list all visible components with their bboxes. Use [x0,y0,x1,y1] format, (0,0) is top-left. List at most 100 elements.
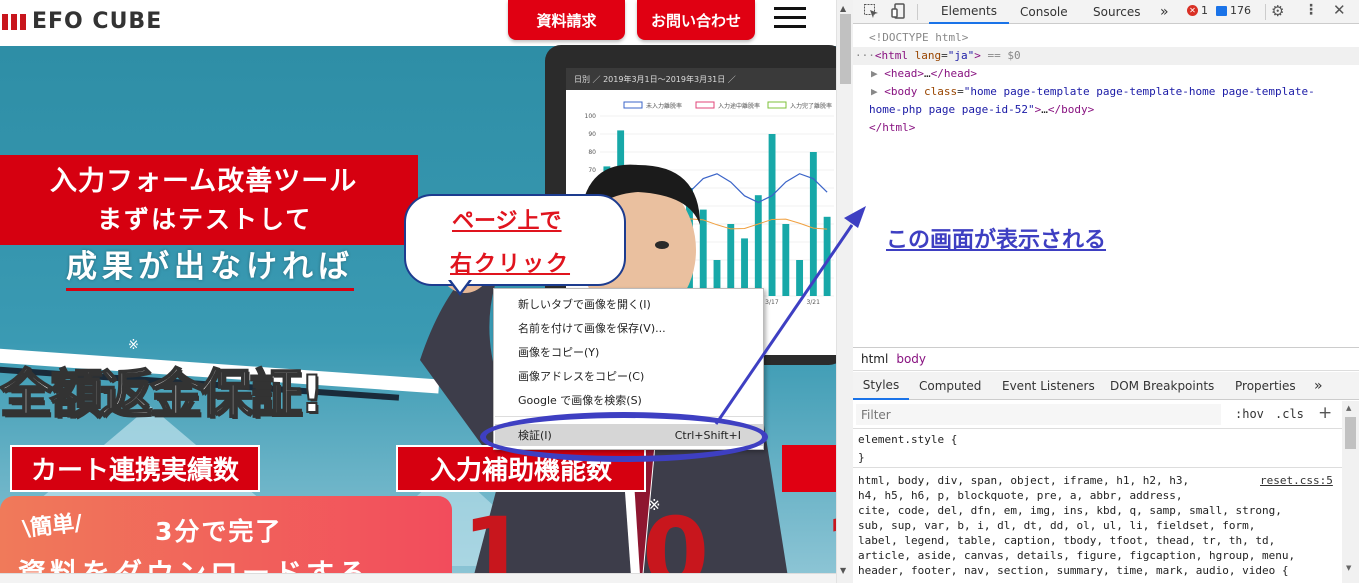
dom-html-close[interactable]: </html> [869,119,915,137]
class-toggle[interactable]: .cls [1275,407,1304,421]
styles-subtabs: Styles Computed Event Listeners DOM Brea… [853,372,1359,400]
toolbar-separator [1265,4,1266,20]
toolbar-separator [917,4,918,20]
logo-mark-icon [2,13,26,30]
menu-item-label: 名前を付けて画像を保存(V)... [518,322,666,335]
selector-line: h4, h5, h6, p, blockquote, pre, a, abbr,… [858,489,1183,502]
scroll-down-arrow-icon[interactable]: ▼ [1346,564,1351,572]
new-style-rule-icon[interactable]: + [1318,403,1332,423]
page-bottom-bar [0,573,836,583]
menu-item-search-image-google[interactable]: Google で画像を検索(S) [495,389,763,411]
legend-swatch [695,101,715,109]
menu-item-copy-image[interactable]: 画像をコピー(Y) [495,341,763,363]
contact-button[interactable]: お問い合わせ [637,0,755,40]
footnote-mark: ※ [128,338,139,353]
scroll-up-arrow-icon[interactable]: ▲ [840,4,846,13]
menu-item-label: 画像をコピー(Y) [518,346,600,359]
legend-swatch [623,101,643,109]
device-toolbar-icon[interactable] [891,3,907,19]
styles-scrollbar[interactable]: ▲ ▼ [1342,401,1359,583]
tab-sources[interactable]: Sources [1093,0,1140,24]
website-page: EFO CUBE 資料請求 お問い合わせ 日別 ／ 2019年3月1日〜2019… [0,0,836,583]
selector-line: cite, code, del, dfn, em, img, ins, kbd,… [858,504,1282,517]
selector-line: sub, sup, var, b, i, dl, dt, dd, ol, ul,… [858,519,1256,532]
annotation-text: この画面が表示される [886,228,1107,253]
tab-dom-breakpoints[interactable]: DOM Breakpoints [1110,372,1214,400]
site-logo[interactable]: EFO CUBE [2,9,162,34]
legend-label: 入力途中離脱率 [718,102,760,110]
rule-close-brace: } [858,451,865,464]
element-style-rule[interactable]: element.style { [858,432,957,447]
settings-gear-icon[interactable]: ⚙ [1271,2,1284,20]
red-label-partial [782,445,836,492]
more-tabs-icon[interactable]: » [1160,0,1169,24]
dom-tree: <!DOCTYPE html> ···<html lang="ja"> == $… [853,25,1359,345]
request-materials-button[interactable]: 資料請求 [508,0,625,40]
more-subtabs-icon[interactable]: » [1314,372,1323,400]
scroll-down-arrow-icon[interactable]: ▼ [840,566,846,575]
big-stat-numbers: 1 0 1 4 [462,497,836,583]
tablet-date-bar: 日別 ／ 2019年3月1日〜2019年3月31日 ／ [566,68,836,90]
scrollbar-thumb[interactable] [1345,417,1356,449]
legend-label: 未入力離脱率 [646,102,682,110]
dom-body-node-cont[interactable]: home-php page page-id-52">…</body> [869,101,1094,119]
selector-line: header, footer, nav, section, summary, t… [858,564,1289,577]
close-icon[interactable]: ✕ [1333,1,1346,19]
tab-event-listeners[interactable]: Event Listeners [1002,372,1095,400]
download-minutes-text: 3分で完了 [155,517,283,546]
dom-head-node[interactable]: ▶ <head>…</head> [871,65,977,83]
screen: EFO CUBE 資料請求 お問い合わせ 日別 ／ 2019年3月1日〜2019… [0,0,1359,583]
money-back-guarantee-title: 全額返金保証! [0,364,325,426]
error-icon: ✕ [1187,5,1198,16]
issue-counters[interactable]: ✕ 1 176 [1187,4,1251,17]
tab-console[interactable]: Console [1020,0,1068,24]
breadcrumb: html body [853,347,1359,371]
menu-item-copy-image-address[interactable]: 画像アドレスをコピー(C) [495,365,763,387]
legend-label: 入力完了離脱率 [790,102,832,110]
highlight-ellipse [480,412,768,462]
hover-state-toggle[interactable]: :hov [1235,407,1264,421]
stylesheet-link[interactable]: reset.css:5 [1260,473,1333,488]
selector-line: html, body, div, span, object, iframe, h… [858,474,1190,487]
y-tick-label: 90 [588,131,596,138]
message-icon [1216,5,1227,16]
dom-doctype[interactable]: <!DOCTYPE html> [869,29,968,47]
hamburger-menu-icon[interactable] [774,7,806,31]
cart-integration-label: カート連携実績数 [10,445,260,492]
breadcrumb-html[interactable]: html [861,352,888,366]
tab-computed[interactable]: Computed [919,372,981,400]
breadcrumb-body[interactable]: body [896,352,926,366]
scroll-up-arrow-icon[interactable]: ▲ [1346,404,1351,412]
page-scrollbar[interactable]: ▲ ▼ [836,0,853,583]
dom-html-node[interactable]: ···<html lang="ja"> == $0 [855,47,1021,65]
scrollbar-thumb[interactable] [840,14,851,84]
more-options-icon[interactable]: ⋮ [1304,2,1318,18]
styles-pane: element.style { } reset.css:5 html, body… [853,429,1342,583]
headline-line-3: 成果が出なければ [66,241,354,291]
y-tick-label: 100 [585,113,597,120]
devtools-panel: Elements Console Sources » ✕ 1 176 ⚙ ⋮ ✕ <… [853,0,1359,583]
speech-bubble-tail [451,280,469,292]
headline-line-2: まずはテストして [97,205,313,234]
menu-item-open-image-new-tab[interactable]: 新しいタブで画像を開く(I) [495,293,763,315]
site-header: EFO CUBE 資料請求 お問い合わせ [0,0,836,46]
menu-item-label: 画像アドレスをコピー(C) [518,370,645,383]
tab-styles[interactable]: Styles [853,372,909,400]
logo-text: EFO CUBE [32,9,163,34]
bubble-text-line-2: 右クリック [450,252,571,277]
tab-elements[interactable]: Elements [929,0,1009,24]
styles-filter-row: :hov .cls + [853,401,1342,429]
inspect-element-icon[interactable] [863,3,879,19]
message-count: 176 [1230,4,1251,17]
tab-properties[interactable]: Properties [1235,372,1296,400]
download-easy-text: \簡単/ [21,510,84,543]
selector-line: article, aside, canvas, details, figure,… [858,549,1296,562]
devtools-toolbar: Elements Console Sources » ✕ 1 176 ⚙ ⋮ ✕ [853,0,1359,24]
menu-item-save-image-as[interactable]: 名前を付けて画像を保存(V)... [495,317,763,339]
dom-body-node[interactable]: ▶ <body class="home page-template page-t… [871,83,1315,101]
menu-item-label: 新しいタブで画像を開く(I) [518,298,651,311]
styles-filter-input[interactable] [856,404,1221,425]
headline-line-1: 入力フォーム改善ツール [50,166,358,197]
legend-swatch [767,101,787,109]
selector-line: label, legend, table, caption, tbody, tf… [858,534,1276,547]
